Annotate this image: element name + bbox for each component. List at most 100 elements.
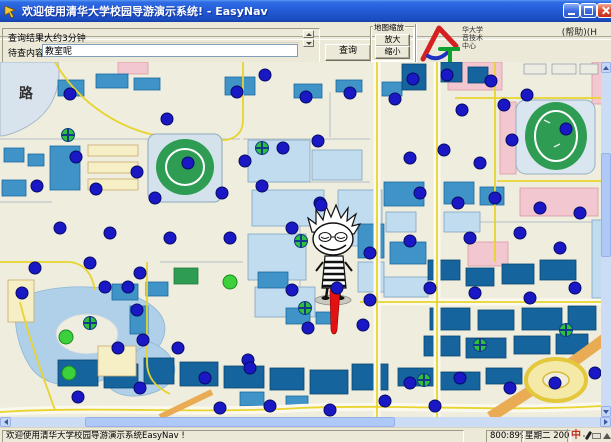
search-button[interactable]: 查询: [325, 44, 371, 61]
map-marker-blue[interactable]: [54, 222, 66, 234]
map-marker-blue[interactable]: [589, 367, 601, 379]
vertical-scrollbar[interactable]: [601, 62, 611, 417]
map-marker-blue[interactable]: [131, 304, 143, 316]
map-marker-blue[interactable]: [454, 372, 466, 384]
map-marker-blue[interactable]: [560, 123, 572, 135]
map-marker-blue[interactable]: [64, 88, 76, 100]
map-marker-blue[interactable]: [554, 242, 566, 254]
map-marker-blue[interactable]: [357, 319, 369, 331]
map-marker-blue[interactable]: [244, 362, 256, 374]
map-marker-blue[interactable]: [344, 87, 356, 99]
query-input[interactable]: [42, 44, 298, 57]
keyboard-icon[interactable]: [592, 433, 601, 439]
map-marker-blue[interactable]: [134, 382, 146, 394]
map-marker-blue[interactable]: [379, 395, 391, 407]
map-marker-blue[interactable]: [90, 183, 102, 195]
scroll-down-button[interactable]: [601, 406, 611, 417]
map-marker-blue[interactable]: [441, 69, 453, 81]
map-marker-blue[interactable]: [312, 135, 324, 147]
map-marker-blue[interactable]: [364, 294, 376, 306]
map-marker-blue[interactable]: [286, 284, 298, 296]
map-marker-blue[interactable]: [112, 342, 124, 354]
map-viewport[interactable]: 路: [0, 62, 601, 417]
zoom-out-button[interactable]: 缩小: [375, 46, 410, 59]
map-marker-blue[interactable]: [182, 157, 194, 169]
map-marker-blue[interactable]: [404, 235, 416, 247]
map-marker-blue[interactable]: [414, 187, 426, 199]
map-marker-blue[interactable]: [231, 86, 243, 98]
map-marker-blue[interactable]: [134, 267, 146, 279]
map-marker-blue[interactable]: [331, 282, 343, 294]
map-marker-blue[interactable]: [199, 372, 211, 384]
map-marker-blue[interactable]: [216, 187, 228, 199]
map-marker-blue[interactable]: [214, 402, 226, 414]
map-marker-blue[interactable]: [504, 382, 516, 394]
map-marker-blue[interactable]: [315, 199, 327, 211]
restore-button[interactable]: [580, 3, 597, 18]
map-marker-blue[interactable]: [99, 281, 111, 293]
map-marker-blue[interactable]: [574, 207, 586, 219]
map-marker-blue[interactable]: [300, 91, 312, 103]
map-marker-blue[interactable]: [424, 282, 436, 294]
scroll-left-button[interactable]: [0, 417, 11, 427]
close-button[interactable]: [597, 3, 611, 18]
map-marker-green[interactable]: [59, 330, 73, 344]
map-marker-blue[interactable]: [164, 232, 176, 244]
horizontal-scroll-thumb[interactable]: [85, 417, 395, 427]
map-marker-green[interactable]: [62, 366, 76, 380]
map-marker-blue[interactable]: [498, 99, 510, 111]
map-marker-blue[interactable]: [569, 282, 581, 294]
map-marker-blue[interactable]: [324, 404, 336, 416]
map-marker-blue[interactable]: [172, 342, 184, 354]
map-marker-blue[interactable]: [302, 322, 314, 334]
scroll-up-button[interactable]: [601, 62, 611, 73]
map-marker-blue[interactable]: [452, 197, 464, 209]
eject-icon[interactable]: [603, 433, 611, 439]
map-marker-blue[interactable]: [70, 151, 82, 163]
title-bar[interactable]: 欢迎使用清华大学校园导游演示系统! - EasyNav: [0, 0, 611, 22]
map-marker-blue[interactable]: [389, 93, 401, 105]
map-marker-blue[interactable]: [456, 104, 468, 116]
map-marker-blue[interactable]: [149, 192, 161, 204]
map-marker-blue[interactable]: [16, 287, 28, 299]
map-marker-blue[interactable]: [404, 377, 416, 389]
campus-map[interactable]: 路: [0, 62, 601, 417]
map-marker-blue[interactable]: [489, 192, 501, 204]
map-marker-blue[interactable]: [259, 69, 271, 81]
map-marker-blue[interactable]: [29, 262, 41, 274]
ime-indicator-icon[interactable]: 中: [571, 430, 581, 441]
map-marker-blue[interactable]: [474, 157, 486, 169]
map-marker-blue[interactable]: [286, 222, 298, 234]
map-marker-blue[interactable]: [549, 377, 561, 389]
map-marker-blue[interactable]: [131, 166, 143, 178]
map-marker-blue[interactable]: [31, 180, 43, 192]
vertical-scroll-thumb[interactable]: [601, 153, 611, 257]
map-marker-blue[interactable]: [264, 400, 276, 412]
spinner-up-button[interactable]: [303, 30, 314, 38]
map-marker-blue[interactable]: [485, 75, 497, 87]
map-marker-blue[interactable]: [429, 400, 441, 412]
map-marker-blue[interactable]: [84, 257, 96, 269]
map-marker-blue[interactable]: [104, 227, 116, 239]
map-marker-blue[interactable]: [534, 202, 546, 214]
horizontal-scrollbar[interactable]: [0, 417, 611, 427]
map-marker-blue[interactable]: [469, 287, 481, 299]
map-marker-blue[interactable]: [506, 134, 518, 146]
map-marker-blue[interactable]: [277, 142, 289, 154]
spinner-down-button[interactable]: [303, 39, 314, 47]
map-marker-blue[interactable]: [256, 180, 268, 192]
map-marker-blue[interactable]: [438, 144, 450, 156]
map-marker-blue[interactable]: [161, 113, 173, 125]
map-marker-blue[interactable]: [521, 89, 533, 101]
map-marker-blue[interactable]: [224, 232, 236, 244]
map-marker-blue[interactable]: [122, 281, 134, 293]
map-marker-blue[interactable]: [514, 227, 526, 239]
map-marker-blue[interactable]: [404, 152, 416, 164]
map-marker-blue[interactable]: [524, 292, 536, 304]
map-marker-blue[interactable]: [137, 334, 149, 346]
map-marker-blue[interactable]: [364, 247, 376, 259]
map-marker-blue[interactable]: [407, 73, 419, 85]
map-marker-blue[interactable]: [239, 155, 251, 167]
map-marker-green[interactable]: [223, 275, 237, 289]
minimize-button[interactable]: [563, 3, 580, 18]
